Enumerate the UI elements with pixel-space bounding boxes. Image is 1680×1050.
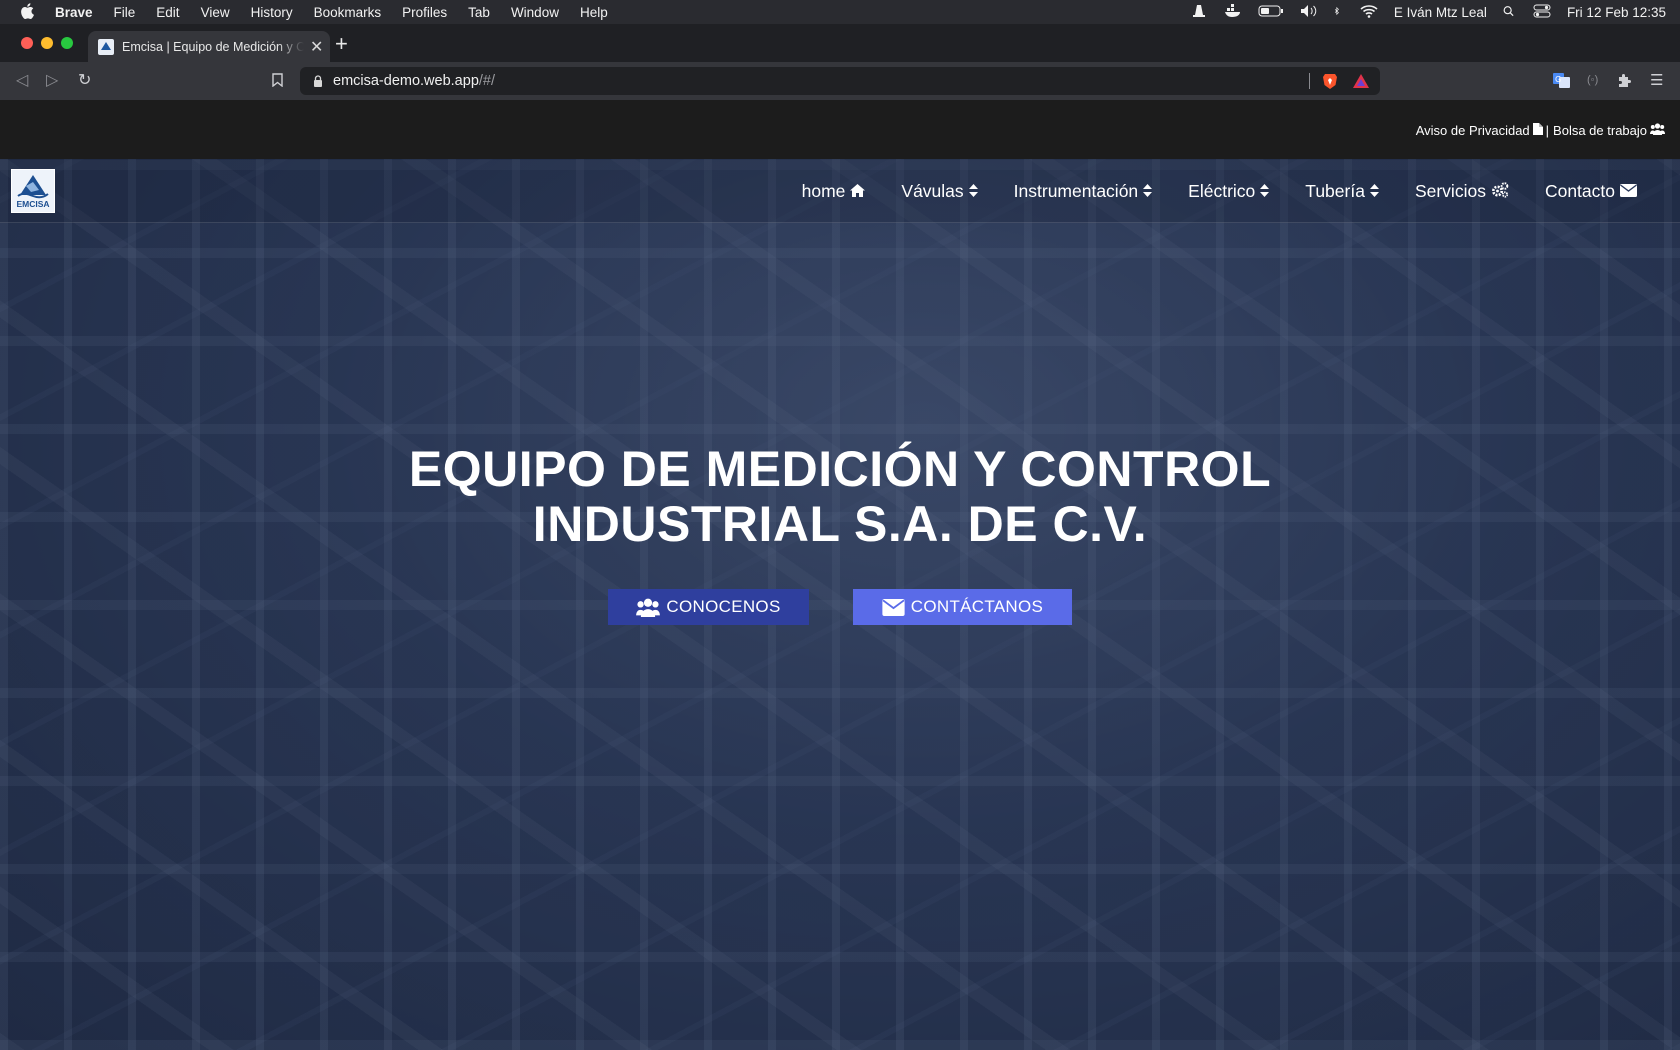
nav-home-label: home — [801, 181, 846, 201]
battery-icon[interactable] — [1258, 4, 1284, 21]
sort-icon — [1260, 183, 1270, 200]
menu-view[interactable]: View — [201, 5, 230, 20]
menu-help[interactable]: Help — [580, 5, 608, 20]
sort-icon — [968, 183, 978, 200]
close-tab-icon[interactable]: ✕ — [310, 37, 323, 57]
bookmark-icon[interactable] — [272, 73, 283, 92]
menu-bookmarks[interactable]: Bookmarks — [314, 5, 382, 20]
apple-icon[interactable] — [20, 2, 34, 22]
site-favicon-icon — [98, 38, 114, 55]
menu-edit[interactable]: Edit — [156, 5, 179, 20]
emcisa-logo[interactable]: EMCISA — [11, 169, 55, 213]
nav-servicios-label: Servicios — [1414, 181, 1486, 201]
nav-servicios[interactable]: Servicios — [1415, 181, 1509, 202]
vlc-icon[interactable] — [1190, 4, 1208, 21]
envelope-icon — [1620, 183, 1637, 200]
wifi-icon[interactable] — [1360, 4, 1378, 21]
sort-icon — [1369, 183, 1379, 200]
window-controls — [21, 37, 81, 49]
utility-separator: | — [1545, 123, 1550, 138]
brave-rewards-icon[interactable] — [1352, 73, 1370, 89]
control-center-icon[interactable] — [1533, 4, 1551, 21]
spotlight-search-icon[interactable] — [1503, 4, 1517, 21]
url-text: emcisa-demo.web.app/#/ — [333, 73, 496, 89]
nav-tuberia-label: Tubería — [1305, 181, 1365, 201]
tab-strip: Emcisa | Equipo de Medición y Control ✕ … — [0, 24, 1680, 62]
macos-menu-bar: Brave File Edit View History Bookmarks P… — [0, 0, 1680, 24]
lock-icon — [314, 75, 322, 87]
browser-menu-icon[interactable]: ☰ — [1650, 71, 1663, 89]
menu-clock[interactable]: Fri 12 Feb 12:35 — [1567, 5, 1666, 20]
menu-window[interactable]: Window — [511, 5, 559, 20]
nav-instrumentacion[interactable]: Instrumentación — [1014, 181, 1153, 202]
menu-tab[interactable]: Tab — [468, 5, 490, 20]
close-window-button[interactable] — [21, 37, 33, 49]
new-tab-button[interactable]: + — [335, 33, 348, 55]
privacy-notice-link[interactable]: Aviso de Privacidad — [1416, 123, 1530, 138]
extensions-puzzle-icon[interactable] — [1617, 73, 1632, 91]
menu-app-name[interactable]: Brave — [55, 5, 93, 20]
sort-icon — [1143, 183, 1153, 200]
nav-electrico-label: Eléctrico — [1188, 181, 1256, 201]
menu-history[interactable]: History — [251, 5, 293, 20]
nav-contacto[interactable]: Contacto — [1545, 181, 1637, 202]
cogs-icon — [1491, 182, 1509, 201]
nav-valvulas[interactable]: Vávulas — [901, 181, 978, 202]
nav-home[interactable]: home — [802, 181, 866, 202]
svg-text:G: G — [1555, 75, 1561, 84]
back-icon[interactable]: ◁ — [16, 72, 28, 90]
nav-valvulas-label: Vávulas — [901, 181, 964, 201]
nav-instrumentacion-label: Instrumentación — [1013, 181, 1139, 201]
job-board-link[interactable]: Bolsa de trabajo — [1553, 123, 1647, 138]
nav-tuberia[interactable]: Tubería — [1305, 181, 1379, 202]
zoom-window-button[interactable] — [61, 37, 73, 49]
bluetooth-icon[interactable] — [1334, 4, 1344, 21]
users-icon — [636, 598, 661, 617]
hero-title-line-1: EQUIPO DE MEDICIÓN Y CONTROL — [408, 441, 1272, 497]
volume-icon[interactable] — [1300, 4, 1318, 21]
about-us-button[interactable]: CONOCENOS — [608, 589, 809, 625]
menu-profiles[interactable]: Profiles — [402, 5, 447, 20]
address-bar[interactable]: emcisa-demo.web.app/#/ — [300, 67, 1380, 95]
home-icon — [850, 183, 866, 200]
hero-title: EQUIPO DE MEDICIÓN Y CONTROL INDUSTRIAL … — [0, 442, 1680, 552]
about-us-button-label: CONOCENOS — [666, 597, 781, 616]
wallet-extension-icon[interactable]: (◦) — [1587, 74, 1598, 86]
reload-icon[interactable]: ↻ — [78, 72, 91, 90]
contact-us-button[interactable]: CONTÁCTANOS — [853, 589, 1072, 625]
utility-bar: Aviso de Privacidad | Bolsa de trabajo — [0, 100, 1680, 159]
svg-text:EMCISA: EMCISA — [16, 199, 49, 209]
docker-icon[interactable] — [1224, 3, 1242, 21]
file-icon[interactable] — [1532, 123, 1543, 138]
contact-us-button-label: CONTÁCTANOS — [910, 597, 1044, 616]
main-navbar: EMCISA home Vávulas Instrumentación Eléc… — [0, 159, 1680, 223]
minimize-window-button[interactable] — [41, 37, 53, 49]
web-page: Aviso de Privacidad | Bolsa de trabajo E… — [0, 100, 1680, 1050]
nav-electrico[interactable]: Eléctrico — [1188, 181, 1270, 202]
hero-section: EMCISA home Vávulas Instrumentación Eléc… — [0, 159, 1680, 1050]
forward-icon[interactable]: ▷ — [46, 72, 58, 90]
browser-tab-active[interactable]: Emcisa | Equipo de Medición y Control ✕ — [88, 31, 330, 62]
main-menu: home Vávulas Instrumentación Eléctrico T… — [766, 181, 1637, 202]
brave-shields-icon[interactable] — [1322, 73, 1338, 90]
hero-title-line-2: INDUSTRIAL S.A. DE C.V. — [532, 496, 1148, 552]
tab-title: Emcisa | Equipo de Medición y Control — [122, 39, 304, 54]
translate-extension-icon[interactable]: G — [1553, 73, 1570, 91]
address-bar-divider — [1309, 73, 1310, 89]
menu-file[interactable]: File — [114, 5, 136, 20]
envelope-icon — [882, 598, 905, 616]
browser-toolbar: ◁ ▷ ↻ emcisa-demo.web.app/#/ G (◦) ☰ — [0, 62, 1680, 100]
menu-user-name[interactable]: E Iván Mtz Leal — [1394, 5, 1487, 20]
nav-contacto-label: Contacto — [1544, 181, 1615, 201]
users-icon[interactable] — [1650, 123, 1665, 138]
